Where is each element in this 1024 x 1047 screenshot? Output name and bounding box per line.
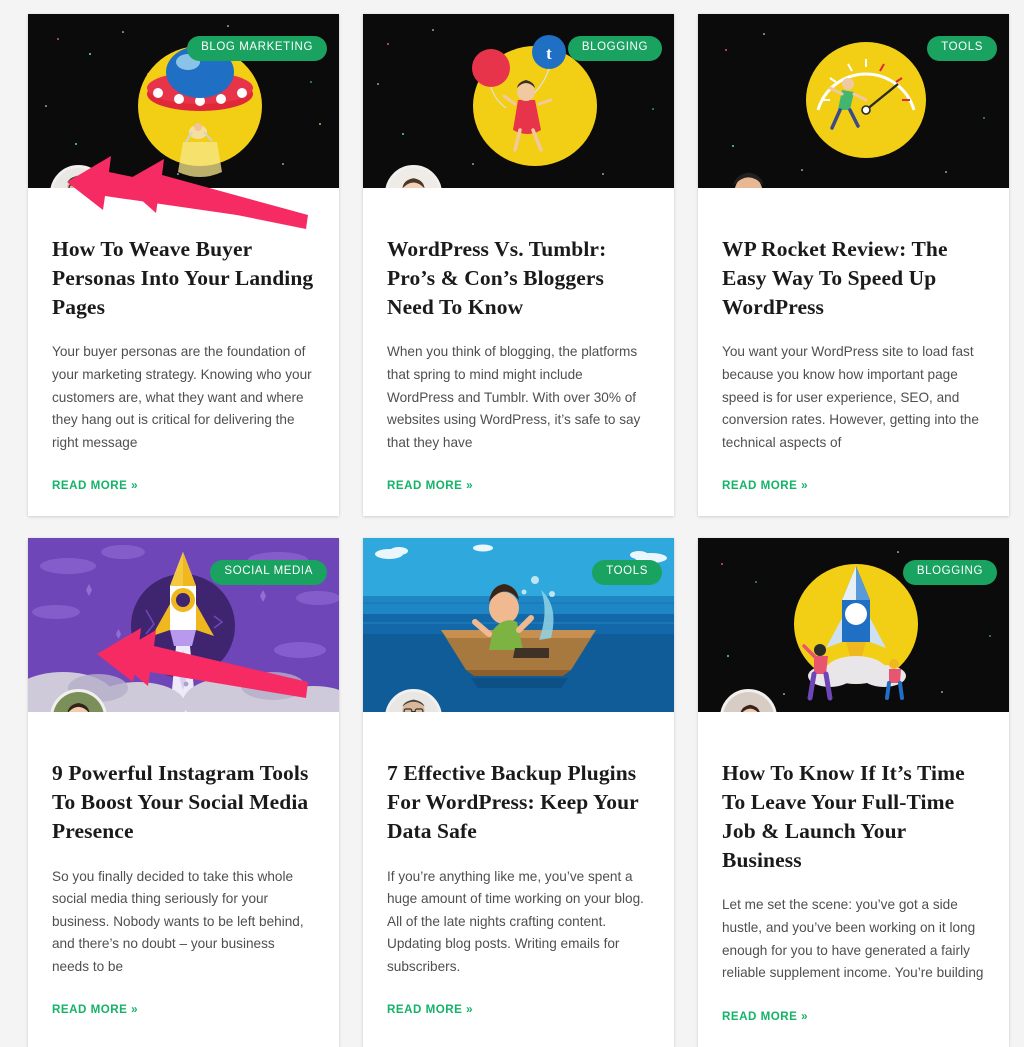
post-hero-image[interactable]: BLOGGING — [698, 538, 1009, 712]
post-excerpt: You want your WordPress site to load fas… — [722, 341, 985, 454]
post-card[interactable]: TOOLS 7 Effective Backup Plugins For Wor… — [363, 538, 674, 1046]
svg-text:t: t — [546, 44, 552, 63]
post-card-body: WordPress Vs. Tumblr: Pro’s & Con’s Blog… — [363, 188, 674, 516]
post-title[interactable]: How To Weave Buyer Personas Into Your La… — [52, 235, 315, 321]
post-card-body: How To Know If It’s Time To Leave Your F… — [698, 712, 1009, 1046]
post-title[interactable]: 9 Powerful Instagram Tools To Boost Your… — [52, 759, 315, 845]
post-card[interactable]: SOCIAL MEDIA 9 Powerful Instagram Tools … — [28, 538, 339, 1046]
post-hero-image[interactable]: SOCIAL MEDIA — [28, 538, 339, 712]
woman-with-long-hair-headshot-icon — [388, 168, 439, 188]
post-card-body: 7 Effective Backup Plugins For WordPress… — [363, 712, 674, 1040]
post-title[interactable]: How To Know If It’s Time To Leave Your F… — [722, 759, 985, 874]
woman-holding-mug-headshot-icon — [723, 692, 774, 712]
woman-with-glasses-and-scarf-headshot-icon — [53, 692, 104, 712]
post-card-grid: BLOG MARKETING How To Weave Buyer Person… — [0, 0, 1024, 1047]
category-badge[interactable]: TOOLS — [927, 36, 997, 61]
post-card[interactable]: BLOG MARKETING How To Weave Buyer Person… — [28, 14, 339, 516]
man-with-glasses-headshot-icon — [388, 692, 439, 712]
post-card[interactable]: BLOGGING How To Know If It’s Time To Lea… — [698, 538, 1009, 1046]
read-more-link[interactable]: READ MORE » — [387, 1003, 473, 1016]
read-more-link[interactable]: READ MORE » — [52, 479, 138, 492]
post-excerpt: When you think of blogging, the platform… — [387, 341, 650, 454]
category-badge[interactable]: BLOGGING — [568, 36, 662, 61]
post-hero-image[interactable]: TOOLS — [698, 14, 1009, 188]
post-card-body: 9 Powerful Instagram Tools To Boost Your… — [28, 712, 339, 1040]
post-excerpt: Let me set the scene: you’ve got a side … — [722, 894, 985, 984]
post-excerpt: Your buyer personas are the foundation o… — [52, 341, 315, 454]
post-title[interactable]: WP Rocket Review: The Easy Way To Speed … — [722, 235, 985, 321]
read-more-link[interactable]: READ MORE » — [722, 1010, 808, 1023]
post-card[interactable]: TOOLS WP Rocket Review: The Easy Way To … — [698, 14, 1009, 516]
category-badge[interactable]: BLOGGING — [903, 560, 997, 585]
post-hero-image[interactable]: TOOLS — [363, 538, 674, 712]
man-with-glasses-headshot-icon — [53, 168, 104, 188]
read-more-link[interactable]: READ MORE » — [52, 1003, 138, 1016]
post-card-body: How To Weave Buyer Personas Into Your La… — [28, 188, 339, 516]
category-badge[interactable]: TOOLS — [592, 560, 662, 585]
post-title[interactable]: WordPress Vs. Tumblr: Pro’s & Con’s Blog… — [387, 235, 650, 321]
post-hero-image[interactable]: t BLOGGING — [363, 14, 674, 188]
post-hero-image[interactable]: BLOG MARKETING — [28, 14, 339, 188]
post-card[interactable]: t BLOGGING WordPress Vs. Tumbl — [363, 14, 674, 516]
category-badge[interactable]: SOCIAL MEDIA — [210, 560, 327, 585]
post-title[interactable]: 7 Effective Backup Plugins For WordPress… — [387, 759, 650, 845]
read-more-link[interactable]: READ MORE » — [387, 479, 473, 492]
category-badge[interactable]: BLOG MARKETING — [187, 36, 327, 61]
read-more-link[interactable]: READ MORE » — [722, 479, 808, 492]
post-card-body: WP Rocket Review: The Easy Way To Speed … — [698, 188, 1009, 516]
